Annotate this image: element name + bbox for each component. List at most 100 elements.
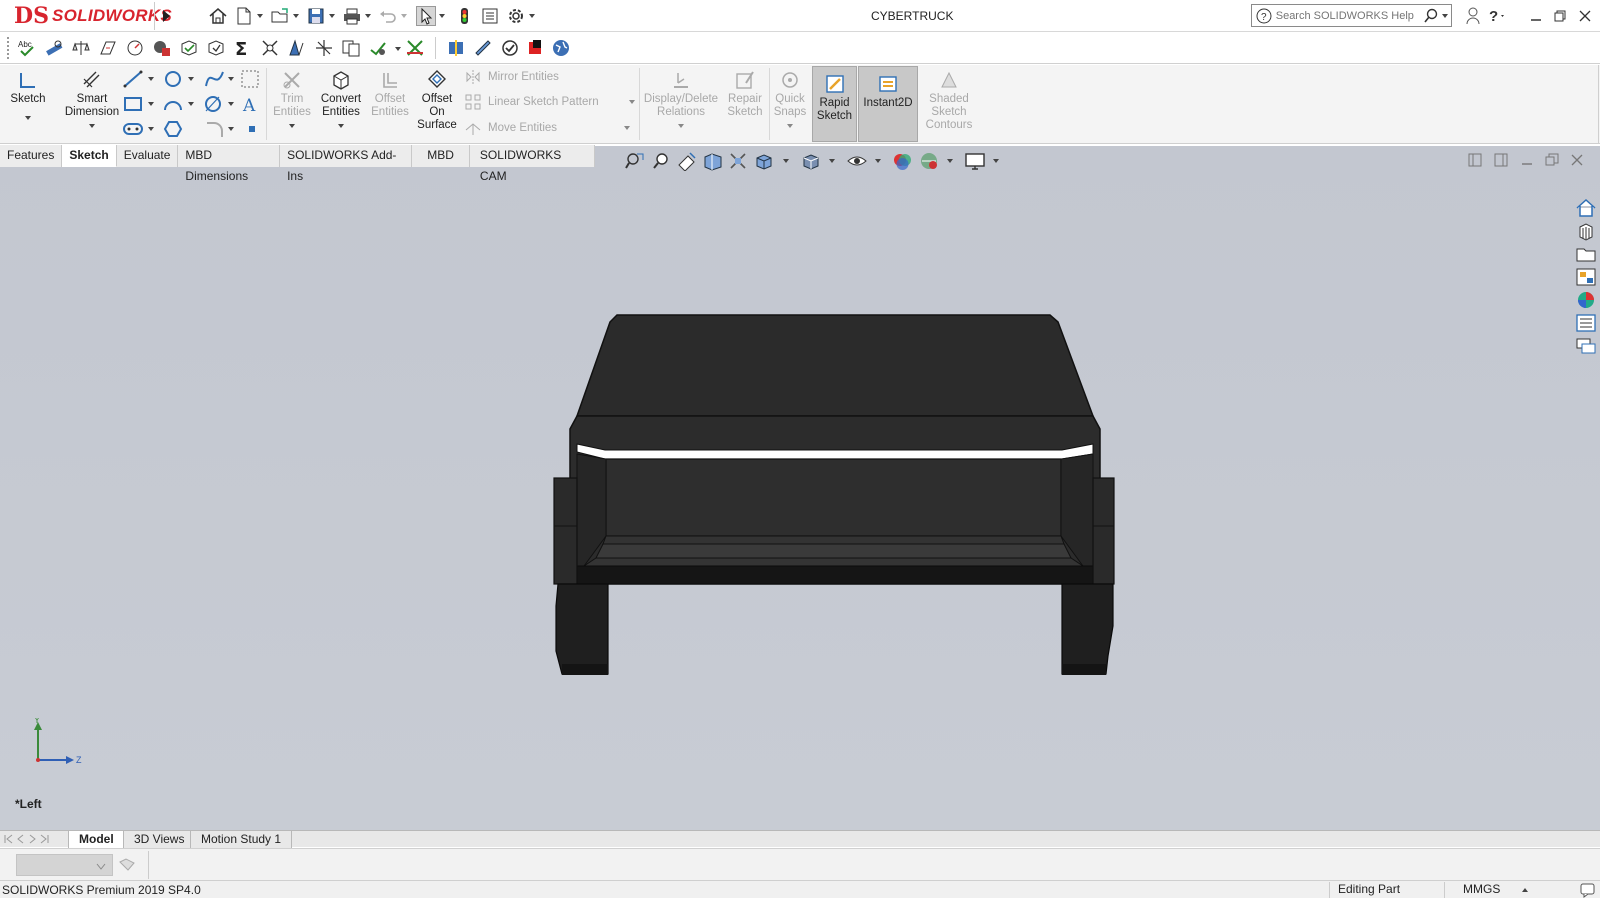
offset-on-surface-button[interactable]: Offset On Surface (414, 67, 460, 132)
trim-entities-button[interactable]: Trim Entities (271, 67, 313, 132)
convert-entities-button[interactable]: Convert Entities (318, 67, 364, 132)
sustainability-globe-icon[interactable] (551, 38, 571, 58)
rectangle-icon[interactable] (122, 94, 144, 117)
symmetry-check-icon[interactable] (446, 38, 466, 58)
spline-dropdown-caret[interactable] (228, 77, 234, 81)
tab-3d-views[interactable]: 3D Views (123, 831, 196, 848)
select-dropdown-caret[interactable] (439, 14, 445, 18)
check-active-document-icon[interactable] (368, 38, 388, 58)
undo-dropdown-caret[interactable] (401, 14, 407, 18)
tab-mbd[interactable]: MBD (412, 145, 470, 167)
toolbar-grip[interactable] (7, 37, 10, 59)
convert-dropdown-caret[interactable] (338, 124, 344, 128)
parting-line-analysis-icon[interactable] (314, 38, 334, 58)
polygon-shape-icon[interactable] (162, 119, 184, 142)
slot-icon[interactable] (122, 119, 144, 142)
rectangle-dropdown-caret[interactable] (148, 102, 154, 106)
polygon-icon[interactable] (202, 94, 224, 117)
geometry-analysis-icon[interactable] (206, 38, 226, 58)
cybertruck-model[interactable] (0, 146, 1560, 831)
print-icon[interactable] (342, 6, 362, 26)
custom-properties-icon[interactable] (1575, 313, 1597, 333)
tab-sketch[interactable]: Sketch (62, 145, 117, 167)
design-library-icon[interactable] (1575, 221, 1597, 241)
pattern-dropdown-caret[interactable] (628, 100, 635, 104)
minimize-window-icon[interactable] (1525, 6, 1547, 26)
file-properties-icon[interactable] (480, 6, 500, 26)
offset-entities-button[interactable]: Offset Entities (368, 67, 412, 119)
sketch-fillet-icon[interactable] (204, 119, 226, 142)
home-icon[interactable] (208, 6, 228, 26)
compare-documents-icon[interactable] (341, 38, 361, 58)
design-checker-icon[interactable] (500, 38, 520, 58)
select-cursor-icon[interactable] (416, 6, 436, 26)
appearances-scenes-icon[interactable] (1575, 290, 1597, 310)
tag-icon[interactable] (119, 858, 135, 875)
spline-icon[interactable] (204, 69, 226, 92)
search-icon[interactable] (1423, 8, 1439, 24)
solidworks-resources-home-icon[interactable] (1575, 198, 1597, 218)
rebuild-traffic-light-icon[interactable] (454, 6, 474, 26)
close-document-icon[interactable] (1570, 153, 1586, 167)
solidworks-forum-icon[interactable] (1575, 336, 1597, 356)
undercut-analysis-icon[interactable] (287, 38, 307, 58)
next-tab-arrow-icon[interactable] (28, 833, 37, 845)
first-tab-arrow-icon[interactable] (4, 833, 13, 845)
open-dropdown-caret[interactable] (293, 14, 299, 18)
restore-window-icon[interactable] (1549, 6, 1571, 26)
configuration-dropdown[interactable] (16, 854, 113, 876)
quick-snaps-button[interactable]: Quick Snaps (772, 67, 808, 132)
repair-sketch-button[interactable]: Repair Sketch (724, 67, 766, 119)
options-gear-icon[interactable] (506, 6, 526, 26)
slot-dropdown-caret[interactable] (148, 127, 154, 131)
expand-menu-arrow[interactable] (154, 2, 176, 30)
spell-check-icon[interactable]: Abc (17, 38, 37, 58)
search-input[interactable] (1275, 9, 1424, 22)
solidworks-logo[interactable]: DS SOLIDWORKS (14, 2, 172, 30)
unit-system-selector[interactable]: MMGS (1444, 882, 1549, 898)
undo-icon[interactable] (378, 6, 398, 26)
linear-sketch-pattern-button[interactable]: Linear Sketch Pattern (465, 94, 638, 110)
thickness-analysis-icon[interactable] (473, 38, 493, 58)
open-folder-icon[interactable] (270, 6, 290, 26)
units-dropdown-caret[interactable] (1521, 887, 1528, 892)
search-help-box[interactable]: ? (1251, 4, 1452, 27)
ellipse-dropdown-caret[interactable] (228, 102, 234, 106)
statistics-icon[interactable] (152, 38, 172, 58)
display-grid-icon[interactable] (240, 69, 260, 92)
tab-mbd-dimensions[interactable]: MBD Dimensions (178, 145, 281, 183)
deviation-analysis-icon[interactable] (405, 38, 425, 58)
mirror-entities-button[interactable]: Mirror Entities (465, 69, 559, 85)
sensor-icon[interactable] (125, 38, 145, 58)
move-dropdown-caret[interactable] (624, 126, 631, 130)
check-geometry-icon[interactable] (179, 38, 199, 58)
smart-dimension-dropdown-caret[interactable] (89, 124, 95, 128)
circle-dropdown-caret[interactable] (188, 77, 194, 81)
close-window-icon[interactable] (1574, 6, 1596, 26)
shaded-sketch-contours-button[interactable]: Shaded Sketch Contours (920, 67, 978, 132)
circle-icon[interactable] (162, 69, 184, 92)
sketch-dropdown-caret[interactable] (25, 116, 31, 120)
last-tab-arrow-icon[interactable] (40, 833, 49, 845)
tab-solidworks-cam[interactable]: SOLIDWORKS CAM (469, 145, 595, 183)
line-dropdown-caret[interactable] (148, 77, 154, 81)
rapid-sketch-button[interactable]: Rapid Sketch (812, 71, 857, 123)
instant2d-button[interactable]: Instant2D (858, 71, 918, 110)
quick-tips-icon[interactable] (1580, 882, 1596, 898)
relations-dropdown-caret[interactable] (678, 124, 684, 128)
text-icon[interactable]: A (240, 94, 260, 117)
costing-icon[interactable] (525, 38, 545, 58)
arc-dropdown-caret[interactable] (188, 102, 194, 106)
tab-model[interactable]: Model (68, 831, 125, 848)
section-properties-icon[interactable] (98, 38, 118, 58)
graphics-area[interactable]: Y Z *Left (0, 146, 1600, 831)
mass-properties-icon[interactable] (71, 38, 91, 58)
options-dropdown-caret[interactable] (529, 14, 535, 18)
print-dropdown-caret[interactable] (365, 14, 371, 18)
sketch-button[interactable]: Sketch (8, 67, 48, 124)
fillet-dropdown-caret[interactable] (228, 127, 234, 131)
previous-tab-arrow-icon[interactable] (16, 833, 25, 845)
help-icon[interactable]: ? (1486, 6, 1508, 26)
smart-dimension-button[interactable]: Smart Dimension (62, 67, 122, 132)
check-dropdown-caret[interactable] (395, 47, 401, 51)
